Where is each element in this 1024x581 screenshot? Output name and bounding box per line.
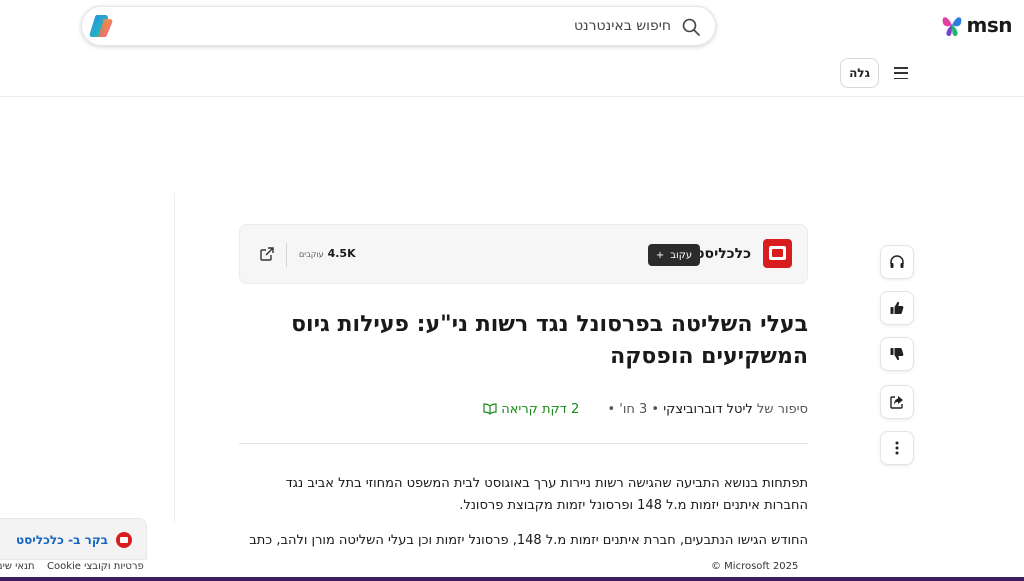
- follow-label: עקוב: [670, 249, 693, 261]
- visit-publisher-link[interactable]: בקר ב- כלכליסט: [16, 533, 108, 547]
- plus-icon: +: [655, 249, 665, 261]
- followers-label: עוקבים: [299, 250, 324, 259]
- msn-logo[interactable]: msn: [941, 12, 1013, 38]
- article-paragraph: החודש הגישו הנתבעים, חברת איתנים יזמות מ…: [249, 533, 808, 548]
- article-divider: [239, 443, 808, 444]
- footer: תנאי שימוש פרטיות וקובצי Cookie © Micros…: [0, 560, 1024, 577]
- read-time-label: 2 דקת קריאה: [501, 402, 580, 417]
- terms-link[interactable]: תנאי שימוש: [0, 561, 35, 572]
- article-paragraph: תפתחות בנושא התביעה שהגישה רשות ניירות ע…: [285, 476, 808, 513]
- follow-button[interactable]: עקוב +: [648, 244, 700, 266]
- article-byline: סיפור של ליטל דוברוביצקי • 3 חו' • 2 דקת…: [239, 402, 808, 417]
- calcalist-small-logo: [116, 532, 132, 548]
- thumbs-up-icon: [890, 301, 904, 314]
- search-input[interactable]: חיפוש באינטרנט: [574, 18, 671, 34]
- thumbs-down-icon: [890, 348, 904, 361]
- card-divider: [286, 243, 287, 267]
- top-bar: msn חיפוש באינטרנט: [0, 0, 1024, 52]
- share-button[interactable]: [880, 385, 914, 419]
- discover-button[interactable]: גלה: [840, 58, 879, 88]
- like-button[interactable]: [880, 291, 914, 325]
- search-icon[interactable]: [681, 17, 701, 37]
- publisher-card: כלכליסט עקוב + 4.5K עוקבים: [239, 224, 808, 284]
- byline-prefix: סיפור של: [756, 402, 808, 417]
- author-name[interactable]: ליטל דוברוביצקי: [663, 402, 753, 417]
- msn-butterfly-icon: [942, 17, 961, 36]
- more-options-button[interactable]: [880, 431, 914, 465]
- listen-button[interactable]: [880, 245, 914, 279]
- external-link-icon[interactable]: [259, 246, 275, 262]
- copilot-icon[interactable]: [88, 13, 114, 39]
- read-time-icon: [483, 403, 497, 415]
- byline-dot: •: [651, 402, 660, 417]
- menu-icon[interactable]: [894, 67, 908, 79]
- msn-article-page: msn חיפוש באינטרנט גלה כלכליסט עקוב + 4.…: [0, 0, 1024, 581]
- copyright-text: © Microsoft 2025: [711, 561, 799, 572]
- followers-count: 4.5K עוקבים: [299, 247, 356, 260]
- headphones-icon: [890, 255, 904, 268]
- followers-number: 4.5K: [327, 247, 356, 260]
- search-box[interactable]: חיפוש באינטרנט: [81, 6, 716, 46]
- more-icon: [895, 441, 899, 455]
- share-icon: [890, 396, 903, 409]
- secondary-nav: גלה: [0, 52, 1024, 97]
- taskbar-strip: [0, 577, 1024, 581]
- publisher-name[interactable]: כלכליסט: [695, 246, 751, 262]
- privacy-link[interactable]: פרטיות וקובצי Cookie: [47, 561, 144, 572]
- article-headline: בעלי השליטה בפרסונל נגד רשות ני"ע: פעילו…: [291, 312, 808, 369]
- read-time: 2 דקת קריאה: [483, 402, 579, 417]
- calcalist-logo[interactable]: [763, 239, 792, 268]
- visit-publisher-banner[interactable]: בקר ב- כלכליסט: [0, 518, 147, 560]
- msn-brand-text: msn: [966, 13, 1013, 37]
- dislike-button[interactable]: [880, 337, 914, 371]
- column-divider: [174, 193, 175, 523]
- article-date: 3 חו': [619, 402, 648, 417]
- byline-dot: •: [607, 402, 616, 417]
